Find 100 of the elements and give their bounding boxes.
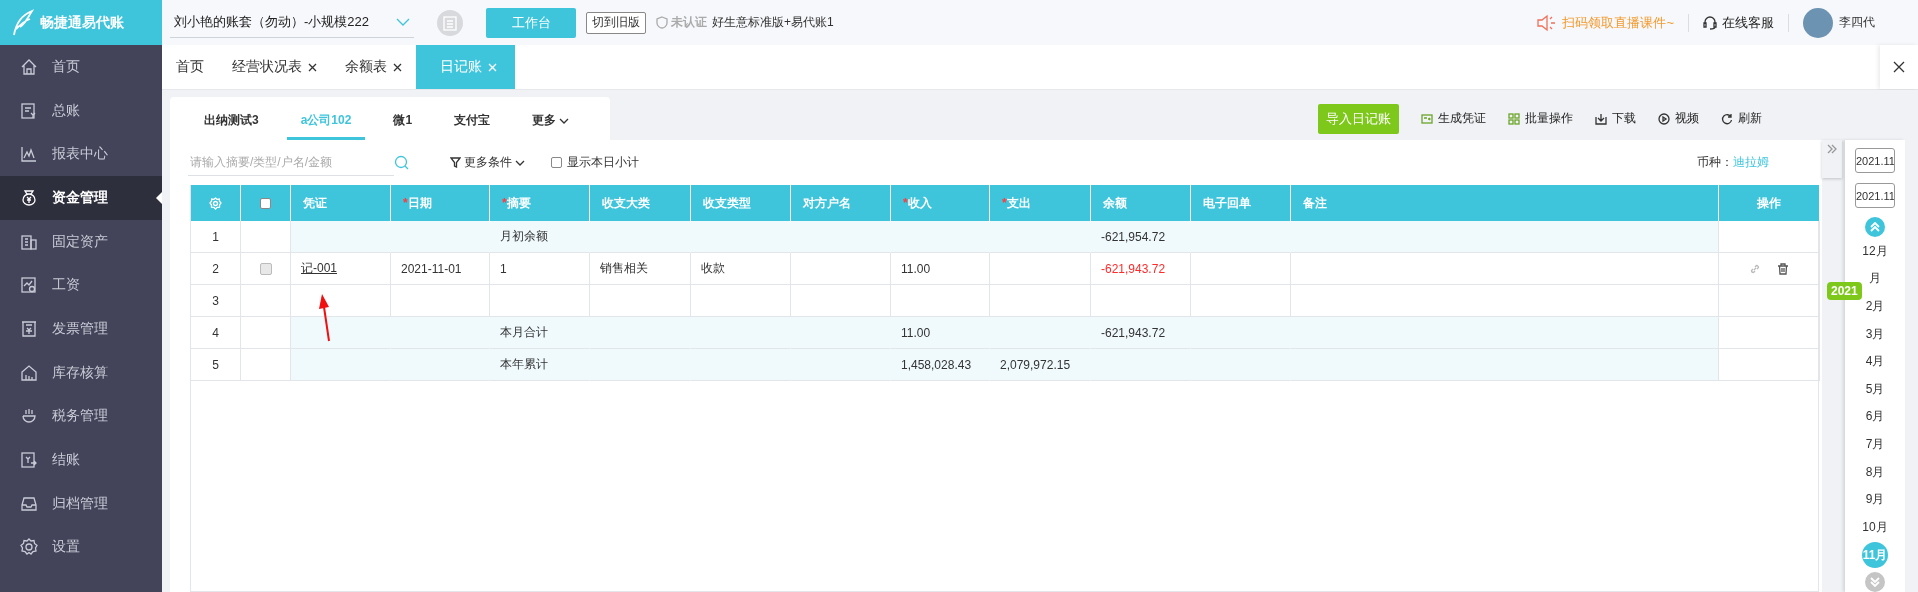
account-tab[interactable]: 微1 (379, 112, 427, 140)
date-field[interactable]: 2021.11 (1855, 148, 1895, 174)
row-number: 1 (191, 221, 241, 253)
row-number: 4 (191, 317, 241, 349)
table-cell: 2021-11-01 (391, 253, 490, 285)
close-icon (308, 62, 317, 72)
table-cell: -621,943.72 (1091, 317, 1191, 349)
row-number: 2 (191, 253, 241, 285)
toolbar-button[interactable]: 刷新 (1721, 110, 1762, 127)
calendar-icon (443, 14, 457, 31)
column-header: *支出 (990, 185, 1091, 221)
table-cell: 本月合计 (490, 317, 590, 349)
table-cell: -621,954.72 (1091, 221, 1191, 253)
month-item[interactable]: 8月 (1865, 458, 1885, 486)
month-item[interactable]: 10月 (1862, 513, 1888, 541)
column-header: 对方户名 (791, 185, 891, 221)
double-chevron-up-icon (1870, 222, 1880, 233)
old-version-button[interactable]: 切到旧版 (586, 11, 646, 34)
sidebar-item[interactable]: 资金管理 (0, 176, 162, 220)
select-all-checkbox[interactable] (260, 197, 271, 209)
edition-label: 好生意标准版+易代账1 (712, 14, 834, 31)
sidebar-item[interactable]: 首页 (0, 45, 162, 89)
column-settings-button[interactable] (191, 185, 241, 221)
collapse-panel-button[interactable] (1822, 140, 1842, 178)
link-button[interactable] (1749, 262, 1761, 275)
month-item[interactable]: 2月 (1865, 292, 1885, 321)
column-header: *摘要 (490, 185, 590, 221)
sidebar-item[interactable]: 库存核算 (0, 350, 162, 395)
sidebar-item[interactable]: 结账 (0, 438, 162, 482)
refresh-icon (1721, 112, 1733, 125)
sidebar-item[interactable]: 固定资产 (0, 219, 162, 264)
warehouse-icon (20, 363, 38, 382)
month-item[interactable]: 12月 (1862, 237, 1888, 266)
sidebar-item[interactable]: 总账 (0, 88, 162, 133)
table-cell: 收款 (691, 253, 791, 285)
chevron-down-icon (515, 159, 525, 166)
sidebar-item[interactable]: 工资 (0, 263, 162, 308)
column-header: 电子回单 (1191, 185, 1291, 221)
support-link[interactable]: 在线客服 (1722, 13, 1774, 32)
ledger-icon (20, 101, 38, 120)
close-icon (1893, 61, 1905, 73)
scroll-down-button[interactable] (1865, 572, 1885, 592)
delete-button[interactable] (1777, 262, 1789, 275)
toolbar-button[interactable]: 下载 (1595, 110, 1636, 127)
inbox-tray-icon (20, 494, 38, 513)
column-header: 收支大类 (590, 185, 691, 221)
month-item[interactable]: 月 (1869, 265, 1881, 293)
headset-icon (1703, 15, 1717, 30)
checkbox[interactable] (551, 157, 562, 168)
line-chart-icon (20, 145, 38, 164)
link-icon (1749, 262, 1761, 275)
sidebar-item[interactable]: 报表中心 (0, 132, 162, 177)
calendar-button[interactable] (437, 9, 463, 36)
app-logo-text: 畅捷通易代账 (40, 13, 124, 32)
sidebar-item[interactable]: 税务管理 (0, 394, 162, 439)
table-cell: 1 (490, 253, 590, 285)
toolbar-button[interactable]: 批量操作 (1508, 110, 1573, 127)
account-tab[interactable]: 支付宝 (440, 112, 505, 140)
sidebar-item[interactable]: 设置 (0, 525, 162, 570)
column-header: 备注 (1291, 185, 1719, 221)
date-field[interactable]: 2021.11 (1855, 183, 1895, 209)
account-dropdown[interactable]: 刘小艳的账套（勿动）-小规模222 (170, 7, 414, 38)
more-dropdown[interactable]: 更多 (518, 112, 584, 140)
month-item[interactable]: 7月 (1865, 430, 1885, 459)
column-header: 余额 (1091, 185, 1191, 221)
table-cell: 本年累计 (490, 349, 590, 381)
payslip-icon (20, 276, 38, 295)
column-header: 收支类型 (691, 185, 791, 221)
voucher-icon (1421, 112, 1433, 125)
month-item[interactable]: 6月 (1865, 403, 1885, 431)
page-tab[interactable]: 首页 (162, 45, 218, 89)
annotation-arrow (319, 294, 330, 342)
page-tab[interactable]: 经营状况表 (218, 45, 331, 89)
sidebar-item[interactable]: 发票管理 (0, 307, 162, 351)
column-header: 操作 (1719, 185, 1820, 221)
page-tab[interactable]: 余额表 (331, 45, 416, 89)
grid-icon (1508, 112, 1520, 125)
avatar[interactable] (1803, 7, 1833, 38)
more-filters-button[interactable]: 更多条件 (450, 154, 525, 171)
scroll-up-button[interactable] (1865, 217, 1885, 238)
search-field[interactable]: 请输入摘要/类型/户名/金额 (188, 149, 394, 176)
table-cell: 月初余额 (490, 221, 590, 253)
download-icon (1595, 112, 1607, 125)
daily-subtotal-label: 显示本日小计 (567, 154, 639, 171)
row-checkbox[interactable] (259, 262, 272, 275)
toolbar-button[interactable]: 生成凭证 (1421, 110, 1486, 127)
account-tab[interactable]: 出纳测试3 (190, 112, 273, 140)
month-item[interactable]: 9月 (1865, 485, 1885, 514)
month-item[interactable]: 5月 (1865, 375, 1885, 404)
voucher-link[interactable]: 记-001 (301, 260, 338, 277)
table-cell: 销售相关 (590, 253, 691, 285)
sidebar-item[interactable]: 归档管理 (0, 481, 162, 526)
month-item[interactable]: 4月 (1865, 347, 1885, 376)
month-item[interactable]: 3月 (1865, 320, 1885, 348)
toolbar-button[interactable]: 视频 (1658, 110, 1699, 127)
shield-icon (656, 16, 668, 29)
row-number: 5 (191, 349, 241, 381)
bowl-icon (20, 407, 38, 426)
close-icon (393, 62, 402, 72)
trash-icon (1777, 262, 1789, 275)
